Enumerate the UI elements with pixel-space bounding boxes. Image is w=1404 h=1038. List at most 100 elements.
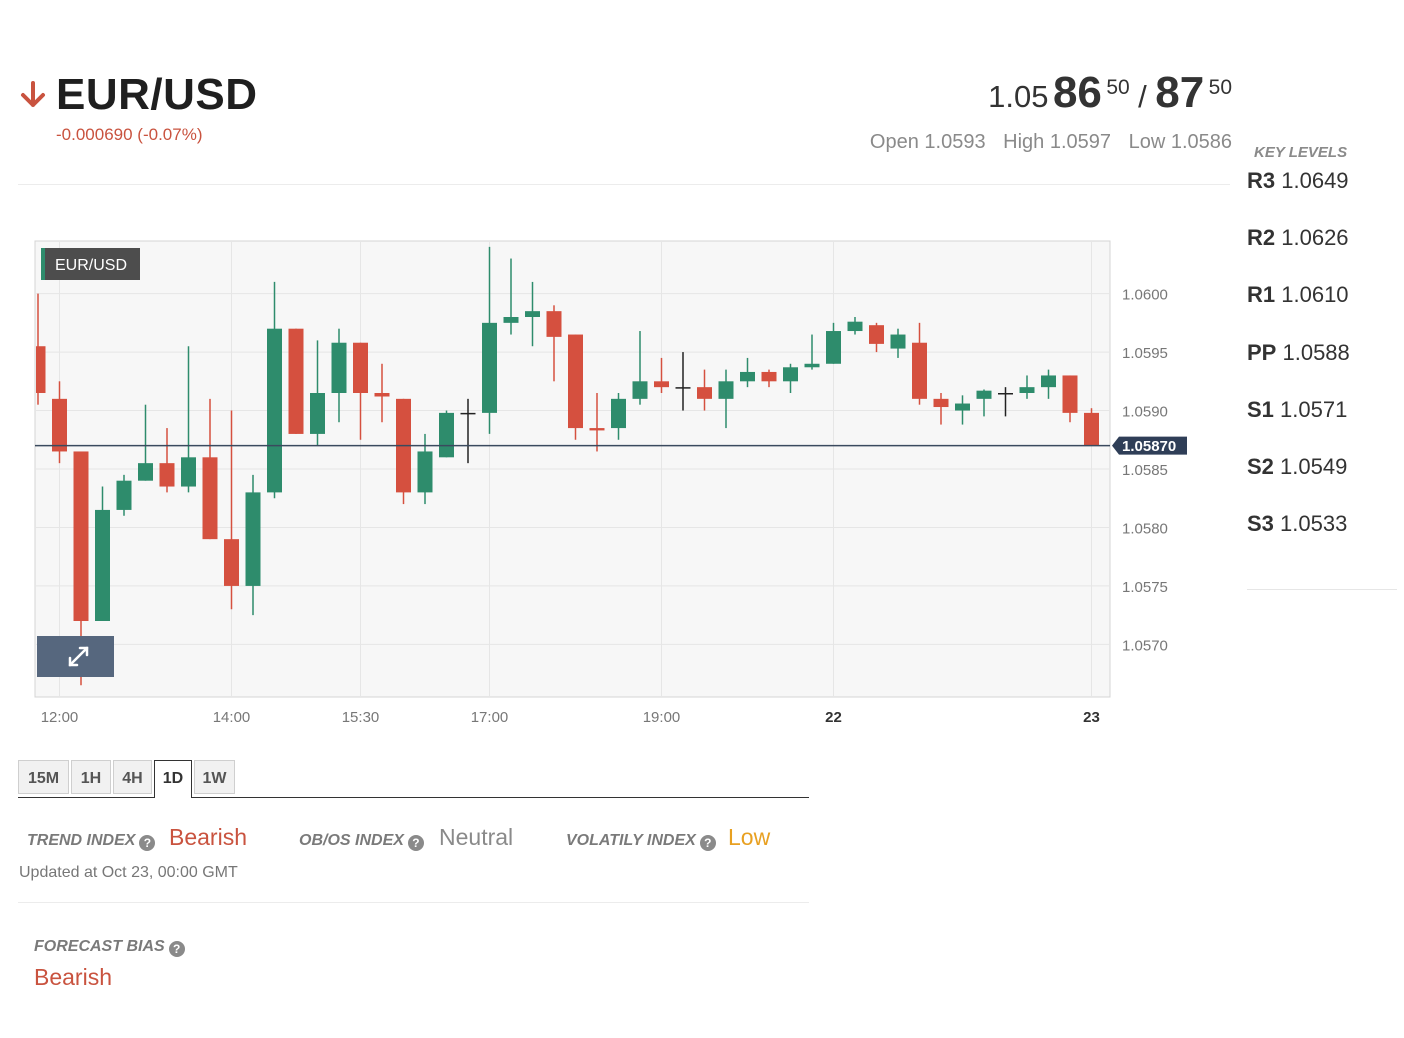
fullscreen-button[interactable]: [37, 636, 114, 677]
forecast-bias-label: FORECAST BIAS?: [34, 938, 185, 957]
candle-body: [267, 328, 282, 493]
candle-body: [654, 381, 669, 388]
x-tick-label: 15:30: [342, 709, 380, 726]
key-level-value: 1.0610: [1281, 282, 1349, 308]
candle-body: [976, 390, 992, 399]
ask-pips: 87: [1155, 68, 1205, 117]
candle-body: [224, 539, 239, 586]
high-value: High 1.0597: [1003, 131, 1112, 153]
candle-body: [288, 328, 304, 434]
key-level-value: 1.0649: [1281, 168, 1349, 193]
candle-body: [181, 457, 196, 487]
candle-body: [116, 480, 132, 510]
candle-body: [611, 398, 626, 429]
candle-body: [998, 393, 1013, 395]
candle-body: [1062, 375, 1078, 413]
key-level-value: 1.0533: [1280, 511, 1348, 537]
candle-body: [890, 334, 906, 349]
tab-1d[interactable]: 1D: [154, 760, 192, 798]
low-value: Low 1.0586: [1128, 131, 1232, 153]
key-level-name: R3: [1247, 168, 1276, 193]
candle-body: [804, 363, 820, 368]
key-level-s3: S3 1.0533: [1247, 511, 1350, 568]
candle-body: [36, 346, 46, 393]
open-value: Open 1.0593: [869, 131, 986, 153]
pair-title: EUR/USD: [56, 70, 258, 119]
key-level-name: S3: [1247, 511, 1274, 537]
updated-timestamp: Updated at Oct 23, 00:00 GMT: [19, 864, 238, 881]
candle-body: [912, 342, 927, 399]
candle-body: [159, 463, 175, 487]
obos-index-value: Neutral: [439, 824, 514, 850]
y-tick-label: 1.0575: [1122, 579, 1168, 596]
key-level-r1: R1 1.0610: [1247, 282, 1350, 339]
tab-4h[interactable]: 4H: [113, 760, 152, 794]
key-level-name: R2: [1247, 225, 1276, 251]
obos-index-label: OB/OS INDEX?: [299, 832, 424, 851]
quote-separator: /: [1138, 79, 1147, 114]
candle: [568, 334, 583, 440]
candle-body: [374, 393, 390, 397]
candle: [439, 410, 454, 458]
tab-1w[interactable]: 1W: [194, 760, 235, 794]
candle-body: [460, 412, 476, 415]
price-change: -0.000690 (-0.07%): [56, 125, 203, 144]
key-level-name: R1: [1247, 282, 1276, 308]
x-tick-label: 14:00: [213, 709, 251, 726]
key-level-r2: R2 1.0626: [1247, 225, 1350, 282]
bid-prefix: 1.05: [988, 79, 1049, 114]
candle-body: [73, 451, 89, 621]
candlestick-chart[interactable]: 1.0570 1.0575 1.0580 1.0585 1.0590 1.0595 1.06…: [0, 236, 1200, 736]
key-levels-list: R3 1.0649 R2 1.0626 R1 1.0610 PP 1.0588 …: [1247, 168, 1350, 568]
candle-body: [740, 371, 755, 382]
candle-body: [826, 331, 841, 364]
candle: [1084, 408, 1099, 446]
y-tick-label: 1.0570: [1122, 637, 1168, 654]
key-level-value: 1.0549: [1280, 453, 1348, 479]
tab-1h[interactable]: 1H: [71, 760, 111, 794]
x-tick-label: 19:00: [643, 709, 681, 726]
candle: [116, 474, 132, 516]
y-tick-label: 1.0580: [1122, 520, 1168, 537]
key-level-name: S2: [1247, 453, 1274, 479]
candle-body: [95, 509, 110, 621]
key-level-s2: S2 1.0549: [1247, 454, 1350, 511]
candle-body: [933, 398, 949, 408]
arrow-down-icon: [21, 81, 45, 107]
candle-body: [331, 342, 347, 393]
candle-body: [589, 428, 605, 431]
help-icon[interactable]: ?: [699, 835, 716, 851]
candle-body: [245, 492, 261, 586]
key-levels-divider: [1247, 589, 1397, 590]
candle: [396, 398, 411, 505]
help-icon[interactable]: ?: [139, 835, 156, 851]
forecast-bias-text: FORECAST BIAS: [34, 938, 165, 955]
bid-ask-quote: 1.05 86 50 / 87 50: [988, 68, 1232, 118]
candle-body: [718, 381, 734, 399]
candle-body: [546, 311, 562, 337]
candle-body: [353, 342, 368, 393]
key-levels-title: KEY LEVELS: [1254, 144, 1348, 161]
candle-body: [697, 387, 712, 399]
bid-pips: 86: [1052, 68, 1102, 117]
candle-body: [1019, 387, 1035, 393]
help-icon[interactable]: ?: [168, 941, 185, 957]
header-divider: [18, 184, 1230, 185]
indices-divider: [18, 902, 809, 903]
x-tick-label: 22: [825, 709, 842, 726]
key-level-value: 1.0571: [1280, 396, 1348, 422]
candle-body: [482, 322, 497, 413]
key-level-value: 1.0626: [1281, 225, 1349, 251]
current-price-label: 1.05870: [1122, 438, 1176, 455]
help-icon[interactable]: ?: [407, 835, 424, 851]
tab-15m[interactable]: 15M: [18, 760, 69, 794]
timeframe-tabs: 15M 1H 4H 1D 1W: [18, 760, 809, 798]
trend-index-label: TREND INDEX?: [27, 832, 156, 851]
x-tick-label: 12:00: [41, 709, 79, 726]
candle-body: [525, 311, 540, 317]
key-level-name: PP: [1247, 339, 1277, 365]
volatility-index-value: Low: [728, 824, 771, 850]
volatility-index-label: VOLATILY INDEX?: [566, 832, 716, 851]
obos-index-text: OB/OS INDEX: [299, 832, 404, 849]
candle-body: [632, 381, 648, 399]
